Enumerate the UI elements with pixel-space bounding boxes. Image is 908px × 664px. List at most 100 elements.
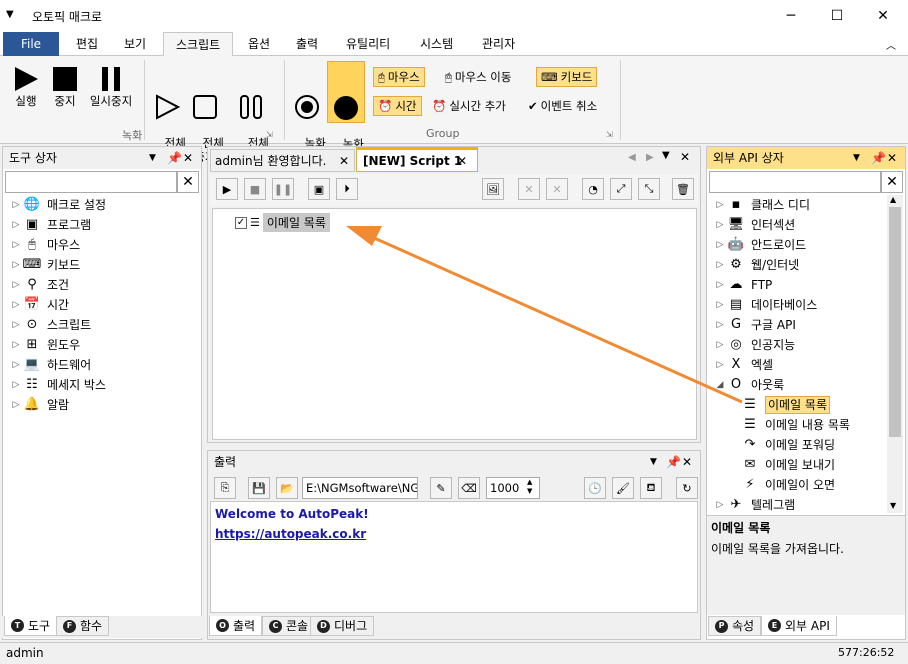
api-tree-item-8[interactable]: ▷ X 엑셀: [713, 355, 885, 375]
run-box-icon[interactable]: ⏵: [336, 178, 358, 200]
menu-edit[interactable]: 편집: [64, 32, 110, 56]
api-tree-item-9[interactable]: ◢ O 아웃룩: [713, 375, 885, 395]
tab-debug[interactable]: D 디버그: [310, 616, 375, 636]
step-icon[interactable]: ▣: [308, 178, 330, 200]
expand-arrow-icon[interactable]: ▷: [713, 215, 727, 235]
tree-item-5[interactable]: ▷ 📅 시간: [9, 295, 199, 315]
output-link[interactable]: https://autopeak.co.kr: [215, 524, 693, 544]
close-icon[interactable]: ✕: [183, 147, 193, 169]
refresh-icon[interactable]: ↻: [676, 477, 698, 499]
api-tree-item-0[interactable]: ▷ ▪ 클래스 디디: [713, 195, 885, 215]
expand-arrow-icon[interactable]: ▷: [9, 195, 23, 215]
fill-bucket-icon[interactable]: ⛾: [640, 477, 662, 499]
expand-arrow-icon[interactable]: ◢: [713, 375, 727, 395]
tree-item-7[interactable]: ▷ ⊞ 윈도우: [9, 335, 199, 355]
menu-admin[interactable]: 관리자: [470, 32, 527, 56]
tab-scroll-left-icon[interactable]: ◀: [628, 152, 636, 163]
tree-item-0[interactable]: ▷ 🌐 매크로 설정: [9, 195, 199, 215]
tab-properties[interactable]: P 속성: [708, 616, 762, 636]
api-tree-item-1[interactable]: ▷ 🖥 인터섹션: [713, 215, 885, 235]
script-item[interactable]: ✓ ☰ 이메일 목록: [235, 213, 330, 232]
dialog-launcher-icon[interactable]: ⇲: [266, 130, 273, 139]
mouse-move-chip[interactable]: 🖱 마우스 이동: [441, 67, 515, 87]
expand-arrow-icon[interactable]: ▷: [713, 315, 727, 335]
pin-icon[interactable]: 📌: [167, 147, 182, 169]
expand-arrow-icon[interactable]: ▷: [713, 195, 727, 215]
api-tree-item-5[interactable]: ▷ ▤ 데이타베이스: [713, 295, 885, 315]
pause-icon[interactable]: ❚❚: [272, 178, 294, 200]
run-button[interactable]: 실행: [10, 66, 42, 108]
tree-item-3[interactable]: ▷ ⌨ 키보드: [9, 255, 199, 275]
minimize-button[interactable]: ─: [768, 0, 814, 32]
menu-script[interactable]: 스크립트: [163, 32, 234, 57]
tab-console[interactable]: C 콘솔: [262, 616, 316, 636]
expand-arrow-icon[interactable]: ▷: [713, 495, 727, 513]
stop-icon[interactable]: ■: [244, 178, 266, 200]
close-icon[interactable]: ✕: [682, 451, 692, 473]
dropdown-icon[interactable]: ▼: [650, 451, 657, 473]
expand-arrow-icon[interactable]: ▷: [9, 215, 23, 235]
api-sub-item-0[interactable]: ☰ 이메일 목록: [713, 395, 885, 415]
close-tab-icon[interactable]: ✕: [339, 150, 349, 172]
close-editor-icon[interactable]: ✕: [680, 150, 690, 164]
collapse-ribbon-icon[interactable]: ︿: [886, 37, 896, 52]
expand-arrow-icon[interactable]: ▷: [9, 315, 23, 335]
api-tree-item-7[interactable]: ▷ ◎ 인공지능: [713, 335, 885, 355]
api-sub-item-4[interactable]: ⚡ 이메일이 오면: [713, 475, 885, 495]
expand-arrow-icon[interactable]: ▷: [9, 275, 23, 295]
delete-all-icon[interactable]: ✕: [546, 178, 568, 200]
expand-arrow-icon[interactable]: ▷: [713, 355, 727, 375]
tab-functions[interactable]: F 함수: [56, 616, 110, 636]
tree-item-2[interactable]: ▷ 🖰 마우스: [9, 235, 199, 255]
clear-search-button[interactable]: ✕: [177, 171, 199, 193]
expand-arrow-icon[interactable]: ▷: [713, 255, 727, 275]
record-stop-button[interactable]: 녹화 중지: [327, 61, 365, 165]
maximize-button[interactable]: ☐: [814, 0, 860, 32]
tab-output[interactable]: O 출력: [209, 616, 263, 636]
clear-search-button[interactable]: ✕: [881, 171, 903, 193]
scroll-thumb[interactable]: [889, 207, 901, 437]
menu-utility[interactable]: 유틸리티: [334, 32, 402, 56]
scroll-down-icon[interactable]: ▼: [890, 501, 896, 510]
paint-brush-icon[interactable]: 🖌: [612, 477, 634, 499]
export-icon[interactable]: ⎘: [214, 477, 236, 499]
api-search-input[interactable]: [709, 171, 881, 193]
play-icon[interactable]: ▶: [216, 178, 238, 200]
image-icon[interactable]: 🖼: [482, 178, 504, 200]
scrollbar[interactable]: ▲ ▼: [887, 195, 903, 513]
close-icon[interactable]: ✕: [887, 147, 897, 169]
tree-item-1[interactable]: ▷ ▣ 프로그램: [9, 215, 199, 235]
brush-clean-icon[interactable]: ✎: [430, 477, 452, 499]
expand-arrow-icon[interactable]: ▷: [9, 355, 23, 375]
save-icon[interactable]: 💾: [248, 477, 270, 499]
close-tab-icon[interactable]: ✕: [457, 150, 467, 172]
close-button[interactable]: ✕: [860, 0, 906, 32]
api-sub-item-2[interactable]: ↷ 이메일 포워딩: [713, 435, 885, 455]
menu-file[interactable]: File: [3, 32, 59, 56]
expand-arrow-icon[interactable]: ▷: [9, 335, 23, 355]
event-cancel-chip[interactable]: ✔ 이벤트 취소: [524, 96, 601, 116]
expand-arrow-icon[interactable]: ▷: [713, 295, 727, 315]
expand-arrow-icon[interactable]: ▷: [713, 275, 727, 295]
stop-button[interactable]: 중지: [50, 66, 80, 108]
expand-arrow-icon[interactable]: ▷: [9, 235, 23, 255]
interval-stepper[interactable]: 1000 ▲ ▼: [486, 477, 540, 499]
timer-icon[interactable]: ◔: [582, 178, 604, 200]
api-tree-item-3[interactable]: ▷ ⚙ 웹/인터넷: [713, 255, 885, 275]
tree-item-9[interactable]: ▷ ☷ 메세지 박스: [9, 375, 199, 395]
system-menu-icon[interactable]: ▼: [6, 9, 14, 20]
api-tree-item-2[interactable]: ▷ 🤖 안드로이드: [713, 235, 885, 255]
expand-arrow-icon[interactable]: ▷: [713, 235, 727, 255]
expand-arrow-icon[interactable]: ▷: [9, 295, 23, 315]
delete-icon[interactable]: ✕: [518, 178, 540, 200]
dialog-launcher-icon[interactable]: ⇲: [606, 130, 613, 139]
pause-button[interactable]: 일시중지: [85, 66, 137, 108]
tab-script-1[interactable]: [NEW] Script 1 ✕: [356, 147, 478, 172]
scroll-up-icon[interactable]: ▲: [890, 195, 896, 204]
tab-list-icon[interactable]: ▼: [662, 150, 670, 161]
time-chip[interactable]: ⏰ 시간: [373, 96, 422, 116]
tree-item-8[interactable]: ▷ 💻 하드웨어: [9, 355, 199, 375]
collapse-icon[interactable]: ⤡: [638, 178, 660, 200]
tree-item-10[interactable]: ▷ 🔔 알람: [9, 395, 199, 415]
menu-view[interactable]: 보기: [112, 32, 158, 56]
